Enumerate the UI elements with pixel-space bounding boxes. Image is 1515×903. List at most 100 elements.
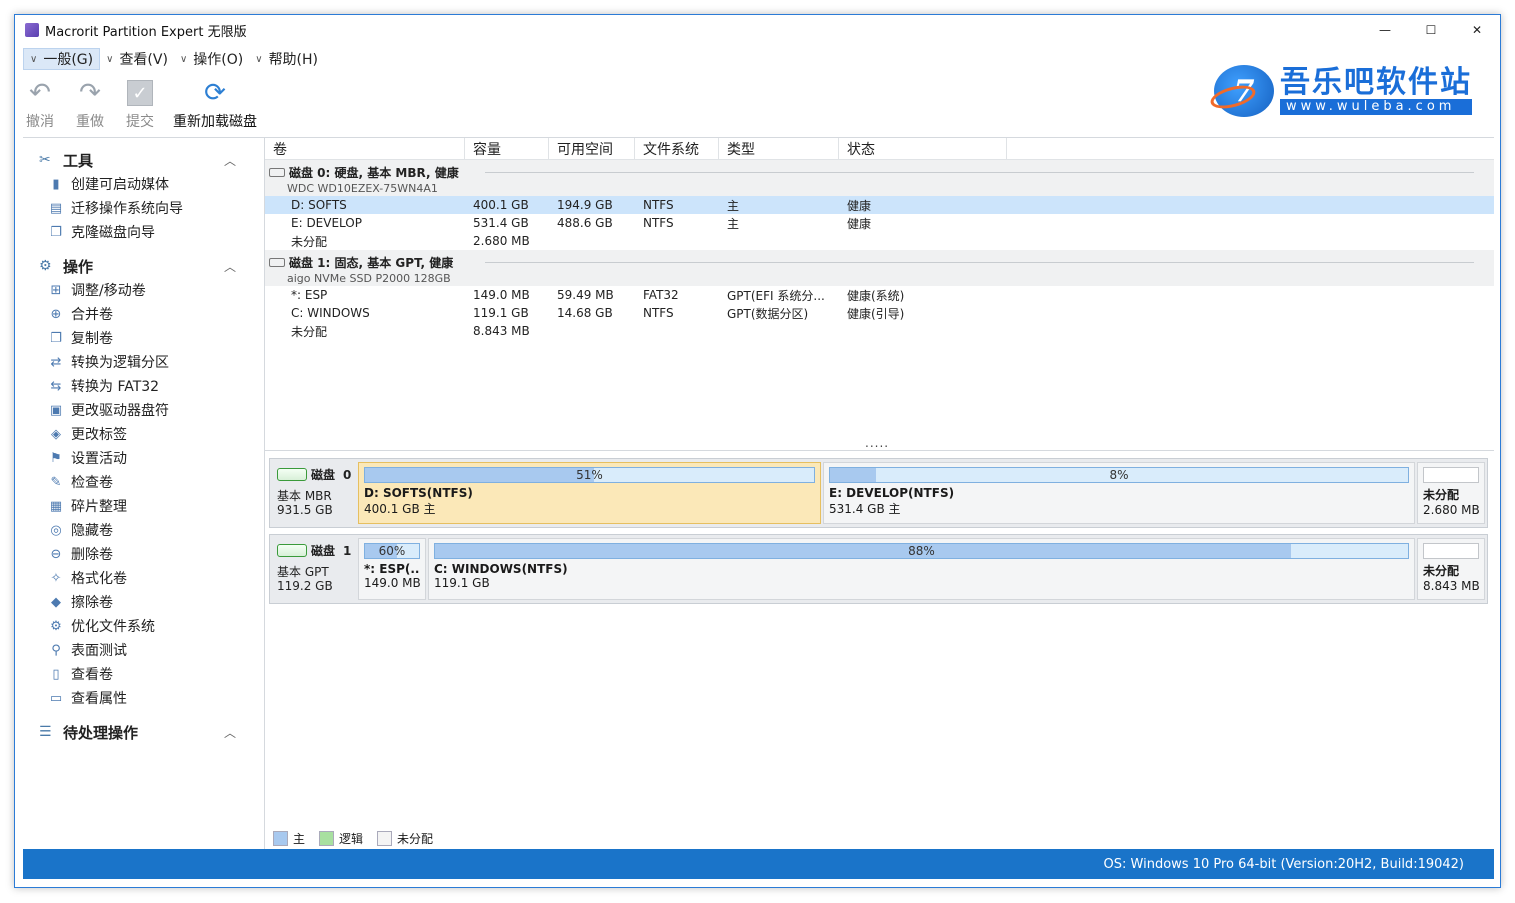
legend-unallocated: 未分配: [377, 830, 433, 847]
window-title: Macrorit Partition Expert 无限版: [45, 24, 247, 40]
table-row[interactable]: 未分配 2.680 MB: [265, 232, 1494, 250]
clone-icon: ❐: [50, 224, 62, 240]
sidebar-item-view-volume[interactable]: ▯ 查看卷: [23, 662, 264, 686]
properties-icon: ▭: [49, 690, 63, 706]
status-bar: OS: Windows 10 Pro 64-bit (Version:20H2,…: [23, 849, 1494, 879]
undo-icon: ↶: [29, 78, 51, 108]
sidebar-item-wipe[interactable]: ◆ 擦除卷: [23, 590, 264, 614]
partition-block[interactable]: 51% D: SOFTS(NTFS) 400.1 GB 主: [358, 462, 821, 524]
chevron-down-icon: ∨: [106, 53, 114, 65]
sidebar-item-properties[interactable]: ▭ 查看属性: [23, 686, 264, 710]
main-panel: 卷 容量 可用空间 文件系统 类型 状态 磁盘 0: 硬盘, 基本 MBR, 健…: [265, 137, 1494, 851]
disk-map-0[interactable]: 磁盘 0 基本 MBR 931.5 GB 51% D: SOFTS(NTFS) 40…: [269, 458, 1488, 528]
table-empty-area: .....: [265, 340, 1494, 450]
partition-block[interactable]: 60% *: ESP(... 149.0 MB: [358, 538, 426, 600]
sidebar-item-change-label[interactable]: ◈ 更改标签: [23, 422, 264, 446]
partition-block[interactable]: 88% C: WINDOWS(NTFS) 119.1 GB: [428, 538, 1415, 600]
usage-bar: 60%: [364, 543, 420, 559]
sidebar-item-optimize-fs[interactable]: ⚙ 优化文件系统: [23, 614, 264, 638]
menu-operations[interactable]: ∨ 操作(O): [174, 48, 249, 70]
usage-bar: [1423, 467, 1479, 483]
commit-check-icon: ✓: [127, 80, 153, 106]
sidebar-item-bootable-media[interactable]: ▮ 创建可启动媒体: [23, 172, 264, 196]
undo-button[interactable]: ↶ 撤消: [23, 77, 57, 133]
col-type[interactable]: 类型: [719, 137, 839, 160]
disk-info: 磁盘 0 基本 MBR 931.5 GB: [277, 467, 352, 517]
horizontal-splitter[interactable]: [265, 450, 1494, 454]
collapse-icon[interactable]: ︿: [224, 258, 236, 275]
sidebar-item-merge[interactable]: ⊕ 合并卷: [23, 302, 264, 326]
chevron-down-icon: ∨: [179, 53, 188, 65]
resize-icon: ⊞: [50, 282, 62, 298]
sidebar-item-format[interactable]: ✧ 格式化卷: [23, 566, 264, 590]
sidebar-item-set-active[interactable]: ⚑ 设置活动: [23, 446, 264, 470]
redo-button[interactable]: ↷ 重做: [73, 77, 107, 133]
operations-icon: ⚙: [39, 258, 52, 274]
merge-icon: ⊕: [50, 306, 62, 322]
sidebar-item-clone-disk[interactable]: ❐ 克隆磁盘向导: [23, 220, 264, 244]
disk-map-1[interactable]: 磁盘 1 基本 GPT 119.2 GB 60% *: ESP(... 149.0 …: [269, 534, 1488, 604]
col-status[interactable]: 状态: [839, 137, 1007, 160]
sidebar-item-change-letter[interactable]: ▣ 更改驱动器盘符: [23, 398, 264, 422]
legend-primary: 主: [273, 830, 305, 847]
commit-button[interactable]: ✓ 提交: [123, 77, 157, 133]
sidebar-item-resize[interactable]: ⊞ 调整/移动卷: [23, 278, 264, 302]
logo-text: 吾乐吧软件站: [1280, 65, 1472, 100]
sidebar-item-hide[interactable]: ◎ 隐藏卷: [23, 518, 264, 542]
usage-bar: 8%: [829, 467, 1409, 483]
sidebar-item-migrate-os[interactable]: ▤ 迁移操作系统向导: [23, 196, 264, 220]
sidebar-item-check[interactable]: ✎ 检查卷: [23, 470, 264, 494]
col-free[interactable]: 可用空间: [549, 137, 635, 160]
menu-view[interactable]: ∨ 查看(V): [100, 48, 174, 70]
col-volume[interactable]: 卷: [265, 137, 465, 160]
table-row[interactable]: D: SOFTS 400.1 GB 194.9 GB NTFS 主 健康: [265, 196, 1494, 214]
ssd-icon: [277, 544, 307, 557]
disk-group-1[interactable]: 磁盘 1: 固态, 基本 GPT, 健康 aigo NVMe SSD P2000…: [265, 250, 1494, 286]
minimize-button[interactable]: —: [1362, 15, 1408, 45]
collapse-icon[interactable]: ︿: [224, 152, 236, 169]
collapse-icon[interactable]: ︿: [224, 724, 236, 741]
partition-block-unallocated[interactable]: 未分配 8.843 MB: [1417, 538, 1485, 600]
table-row[interactable]: *: ESP 149.0 MB 59.49 MB FAT32 GPT(EFI 系…: [265, 286, 1494, 304]
sidebar-item-defrag[interactable]: ▦ 碎片整理: [23, 494, 264, 518]
chevron-down-icon: ∨: [255, 53, 263, 65]
os-info: OS: Windows 10 Pro 64-bit (Version:20H2,…: [1103, 856, 1464, 872]
section-pending-header[interactable]: ☰ 待处理操作 ︿: [23, 720, 264, 744]
app-window: Macrorit Partition Expert 无限版 — ☐ ✕ ∨ 一般(…: [14, 14, 1501, 888]
legend: 主 逻辑 未分配: [273, 825, 447, 851]
sidebar-item-delete[interactable]: ⊖ 删除卷: [23, 542, 264, 566]
table-row[interactable]: E: DEVELOP 531.4 GB 488.6 GB NTFS 主 健康: [265, 214, 1494, 232]
close-button[interactable]: ✕: [1454, 15, 1500, 45]
sidebar-item-convert-logical[interactable]: ⇄ 转换为逻辑分区: [23, 350, 264, 374]
logo-url: www.wuleba.com: [1280, 99, 1472, 115]
table-row[interactable]: C: WINDOWS 119.1 GB 14.68 GB NTFS GPT(数据…: [265, 304, 1494, 322]
sidebar-item-copy[interactable]: ❐ 复制卷: [23, 326, 264, 350]
splitter-handle[interactable]: .....: [865, 436, 889, 450]
reload-disks-button[interactable]: ⟳ 重新加载磁盘: [173, 77, 257, 133]
table-row[interactable]: 未分配 8.843 MB: [265, 322, 1494, 340]
sidebar-item-surface-test[interactable]: ⚲ 表面测试: [23, 638, 264, 662]
redo-icon: ↷: [79, 78, 101, 108]
view-icon: ▯: [52, 666, 60, 682]
menu-help[interactable]: ∨ 帮助(H): [249, 48, 324, 70]
section-operations-header[interactable]: ⚙ 操作 ︿: [23, 254, 264, 278]
drive-letter-icon: ▣: [49, 402, 63, 418]
menu-bar: ∨ 一般(G) ∨ 查看(V) ∨ 操作(O) ∨ 帮助(H): [23, 47, 324, 71]
disk-icon: [269, 258, 285, 267]
sidebar-item-convert-fat32[interactable]: ⇆ 转换为 FAT32: [23, 374, 264, 398]
watermark-logo: 7 吾乐吧软件站 www.wuleba.com: [1214, 65, 1472, 117]
hdd-icon: [277, 468, 307, 481]
section-tools-header[interactable]: ✂ 工具 ︿: [23, 148, 264, 172]
menu-general[interactable]: ∨ 一般(G): [23, 48, 101, 70]
hide-icon: ◎: [50, 522, 62, 538]
disk-group-0[interactable]: 磁盘 0: 硬盘, 基本 MBR, 健康 WDC WD10EZEX-75WN4A…: [265, 160, 1494, 196]
col-fs[interactable]: 文件系统: [635, 137, 719, 160]
usb-icon: ▮: [52, 176, 60, 192]
partition-block[interactable]: 8% E: DEVELOP(NTFS) 531.4 GB 主: [823, 462, 1415, 524]
logo-badge-icon: 7: [1214, 65, 1274, 117]
partition-block-unallocated[interactable]: 未分配 2.680 MB: [1417, 462, 1485, 524]
usage-bar: 51%: [364, 467, 815, 483]
maximize-button[interactable]: ☐: [1408, 15, 1454, 45]
usage-bar: 88%: [434, 543, 1409, 559]
col-capacity[interactable]: 容量: [465, 137, 549, 160]
